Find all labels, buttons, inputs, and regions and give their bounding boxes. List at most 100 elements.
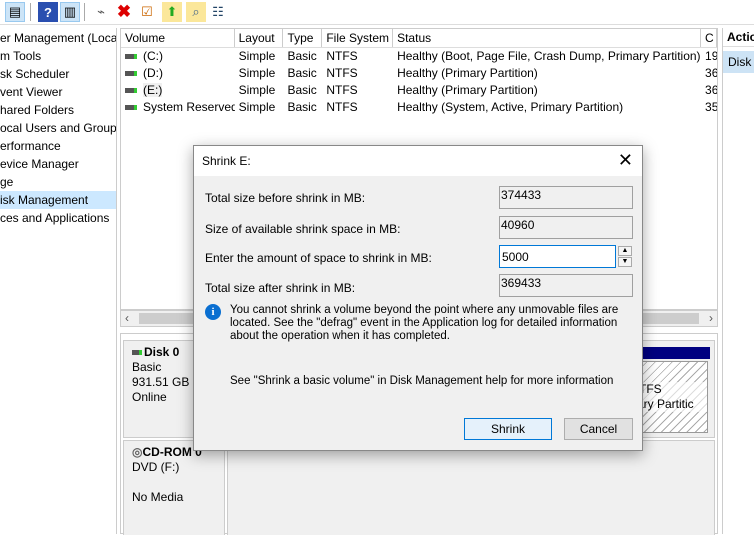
stepper-down-icon[interactable]: ▼ [618, 257, 632, 267]
delete-icon[interactable]: ✖ [114, 2, 134, 22]
tree-item-disk-management[interactable]: isk Management [0, 191, 116, 209]
tree-item[interactable]: ge [0, 173, 116, 191]
cdrom-drive: DVD (F:) [132, 460, 180, 474]
volume-icon [125, 88, 137, 94]
stepper-up-icon[interactable]: ▲ [618, 246, 632, 256]
open-icon[interactable]: ⬆ [162, 2, 182, 22]
cell-text: 36 [705, 66, 717, 80]
cell-text: Healthy (Primary Partition) [397, 66, 538, 80]
properties-icon[interactable]: ☑ [137, 2, 157, 22]
column-header-type[interactable]: Type [283, 29, 323, 47]
table-row[interactable]: (C:) Simple Basic NTFS Healthy (Boot, Page F… [121, 48, 717, 65]
tree-item[interactable]: er Management (Local [0, 29, 116, 47]
cell-text: (E:) [143, 83, 163, 97]
dialog-titlebar: Shrink E: ✕ [194, 146, 642, 176]
column-header-status[interactable]: Status [393, 29, 702, 47]
partition-e[interactable]: TFS mary Partitic [638, 361, 708, 433]
label-total-before: Total size before shrink in MB: [205, 191, 366, 205]
column-header-capacity[interactable]: C [701, 29, 717, 47]
cell-text: NTFS [326, 49, 358, 63]
table-cell: NTFS [322, 82, 393, 99]
actions-item-disk[interactable]: Disk [723, 51, 754, 73]
table-row[interactable]: (D:) Simple Basic NTFS Healthy (Primary Part… [121, 65, 717, 82]
divider [30, 3, 31, 21]
settings-list-icon[interactable]: ☷ [208, 2, 228, 22]
cell-text: Basic [287, 49, 317, 63]
table-cell: 36 [701, 65, 717, 82]
table-cell: Healthy (Boot, Page File, Crash Dump, Pr… [393, 48, 701, 65]
tree-item[interactable]: evice Manager [0, 155, 116, 173]
dialog-title: Shrink E: [202, 154, 251, 168]
cdrom-0-label[interactable]: ◎CD-ROM 0 DVD (F:) No Media [123, 440, 225, 535]
info-icon: i [205, 304, 221, 320]
cell-text: (D:) [143, 66, 163, 80]
cell-text: NTFS [326, 66, 358, 80]
tree-item[interactable]: hared Folders [0, 101, 116, 119]
shrink-amount-input[interactable] [499, 245, 616, 268]
actions-pane: Actio Disk [722, 28, 754, 534]
cell-text: System Reserved [143, 100, 235, 114]
shrink-amount-stepper: ▲ ▼ [499, 245, 633, 268]
table-cell: Simple [235, 48, 284, 65]
info-message: You cannot shrink a volume beyond the po… [230, 304, 619, 342]
tree-item[interactable]: ces and Applications [0, 209, 116, 227]
cell-text: Basic [287, 66, 317, 80]
cell-text: Healthy (System, Active, Primary Partiti… [397, 100, 624, 114]
disk-icon [132, 350, 142, 356]
cell-text: NTFS [326, 83, 358, 97]
column-header-layout[interactable]: Layout [234, 29, 284, 47]
find-icon[interactable]: ⌕ [186, 2, 206, 22]
console-tree-icon[interactable]: ▤ [5, 2, 25, 22]
scroll-left-icon[interactable]: ‹ [125, 311, 129, 325]
console-tree: er Management (Local m Tools sk Schedule… [0, 28, 117, 534]
table-cell: 35 [701, 99, 717, 116]
table-cell: Simple [235, 99, 284, 116]
table-cell: Healthy (Primary Partition) [393, 65, 701, 82]
tree-item[interactable]: m Tools [0, 47, 116, 65]
tree-item[interactable]: ocal Users and Groups [0, 119, 116, 137]
action-pane-icon[interactable]: ▥ [60, 2, 80, 22]
close-icon[interactable]: ✕ [618, 146, 633, 174]
shrink-button[interactable]: Shrink [464, 418, 552, 440]
total-after-value: 369433 [499, 274, 633, 297]
tree-item[interactable]: sk Scheduler [0, 65, 116, 83]
table-cell: Basic [283, 99, 322, 116]
label-available-shrink: Size of available shrink space in MB: [205, 222, 401, 236]
cancel-button[interactable]: Cancel [564, 418, 633, 440]
partition-status: mary Partitic [639, 397, 707, 412]
divider [84, 3, 85, 21]
cell-text: Healthy (Primary Partition) [397, 83, 538, 97]
table-cell: System Reserved [121, 99, 235, 116]
table-row[interactable]: System Reserved Simple Basic NTFS Healthy (S… [121, 99, 717, 116]
scroll-right-icon[interactable]: › [709, 311, 713, 325]
cdrom-icon: ◎ [132, 445, 143, 459]
table-cell: NTFS [322, 99, 393, 116]
tree-item[interactable]: vent Viewer [0, 83, 116, 101]
connect-drive-icon[interactable]: ⌁ [91, 2, 111, 22]
label-total-after: Total size after shrink in MB: [205, 281, 356, 295]
cell-text: Simple [238, 100, 276, 114]
label-shrink-amount: Enter the amount of space to shrink in M… [205, 251, 432, 265]
table-cell: Basic [283, 65, 322, 82]
cell-text: Healthy (Boot, Page File, Crash Dump, Pr… [397, 49, 701, 63]
cdrom-0-area [227, 440, 715, 535]
table-cell: Simple [235, 82, 284, 99]
column-header-volume[interactable]: Volume [121, 29, 235, 47]
tree-item[interactable]: erformance [0, 137, 116, 155]
table-cell: Basic [283, 48, 322, 65]
column-header-file-system[interactable]: File System [322, 29, 394, 47]
cell-text: Basic [287, 100, 317, 114]
table-row[interactable]: (E:) Simple Basic NTFS Healthy (Primary Part… [121, 82, 717, 99]
toolbar: ▤ ? ▥ ⌁ ✖ ☑ ⬆ ⌕ ☷ [0, 0, 754, 25]
help-icon[interactable]: ? [38, 2, 58, 22]
table-cell: NTFS [322, 48, 393, 65]
shrink-dialog: Shrink E: ✕ Total size before shrink in … [193, 145, 643, 451]
cell-text: Simple [238, 66, 276, 80]
table-cell: (D:) [121, 65, 235, 82]
table-cell: Healthy (Primary Partition) [393, 82, 701, 99]
disk-name: Disk 0 [144, 345, 180, 359]
volume-list-header: Volume Layout Type File System Status C [121, 29, 717, 48]
table-cell: Healthy (System, Active, Primary Partiti… [393, 99, 701, 116]
cell-text: 19 [705, 49, 717, 63]
cell-text: Simple [238, 49, 276, 63]
